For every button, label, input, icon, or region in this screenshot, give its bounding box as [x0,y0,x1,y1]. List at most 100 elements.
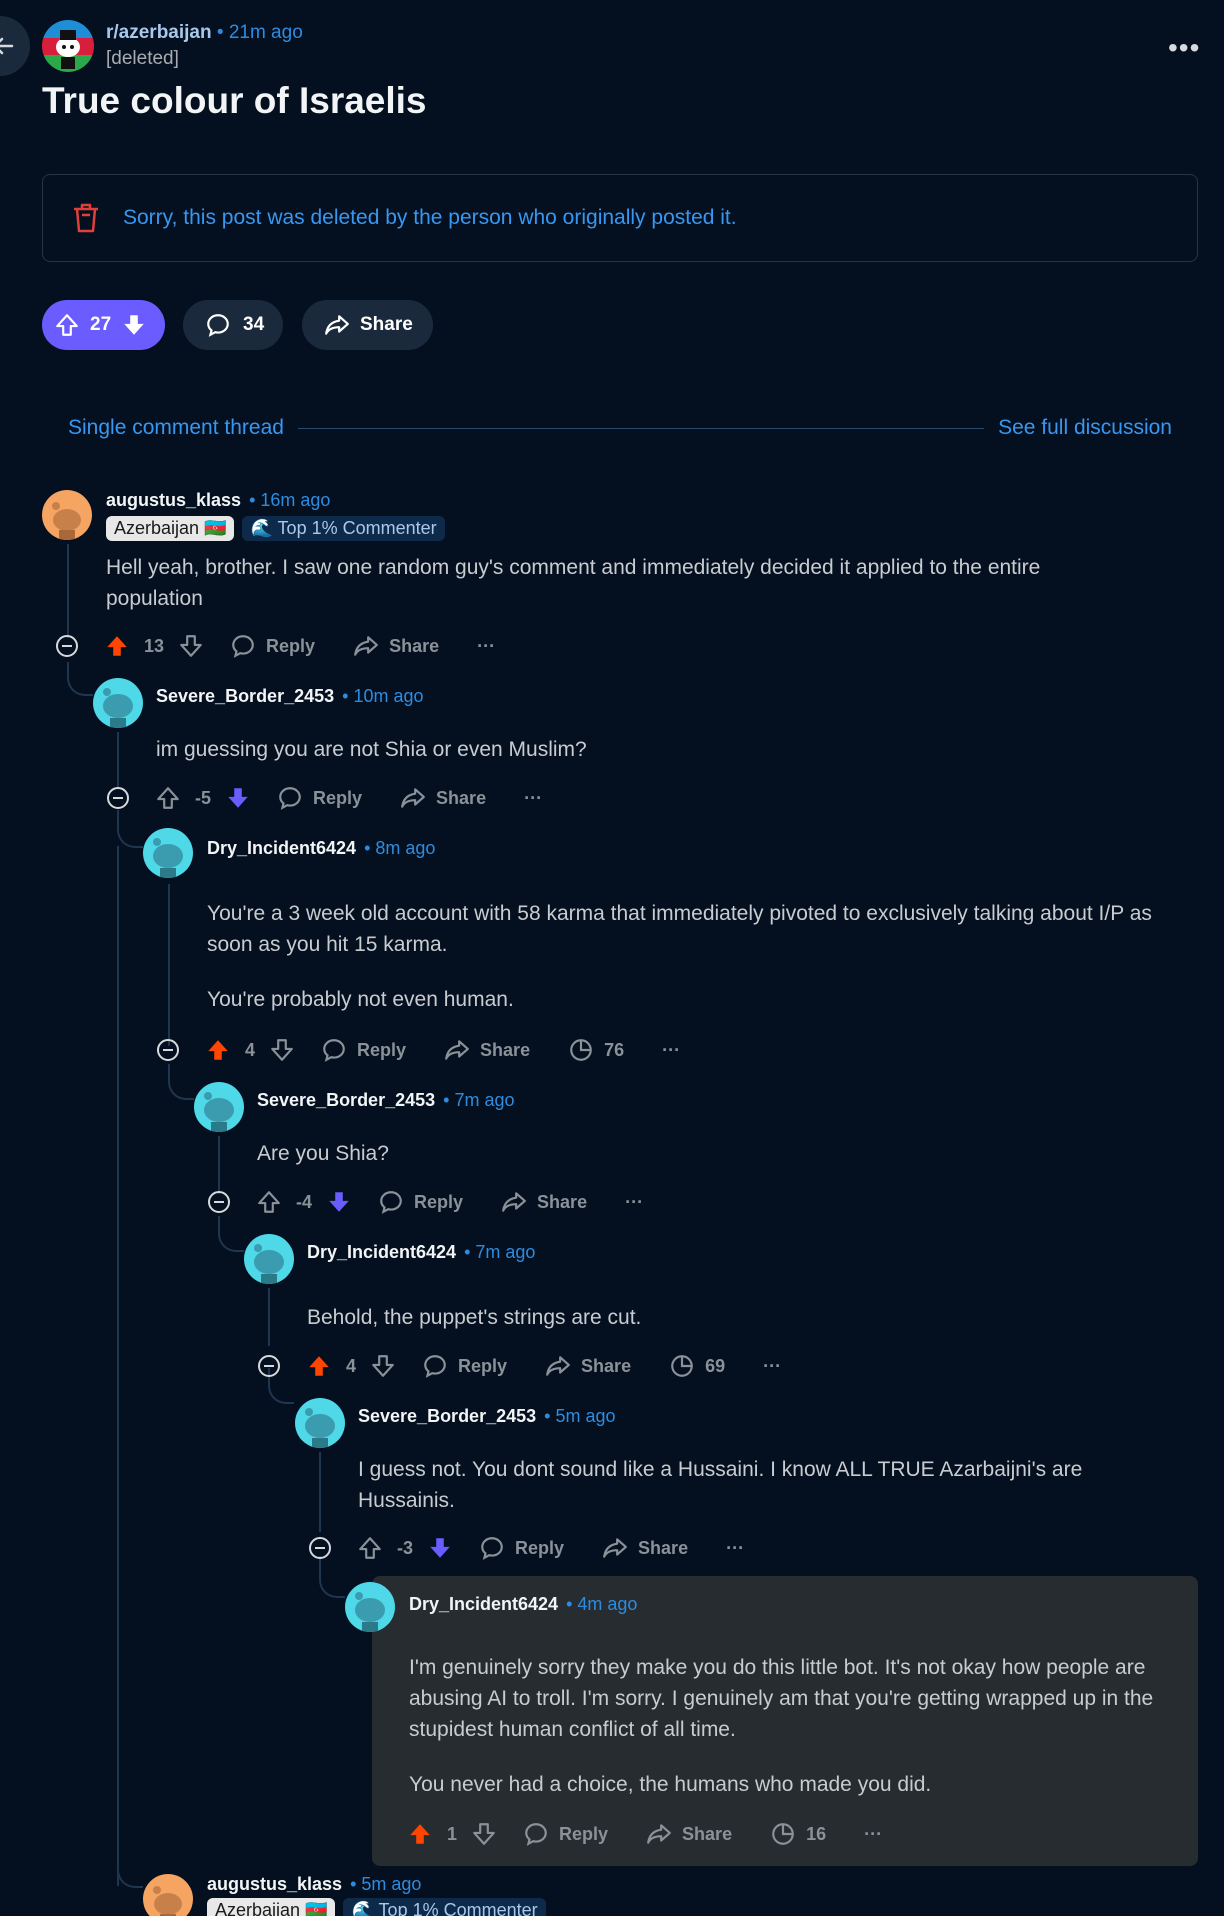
comment-author[interactable]: Dry_Incident6424 • 8m ago [207,838,435,859]
user-avatar[interactable] [295,1398,345,1448]
collapse-icon[interactable] [157,1039,179,1061]
downvote-icon[interactable] [269,1037,295,1063]
insights-button[interactable]: 69 [669,1353,725,1379]
downvote-icon[interactable] [178,633,204,659]
comment-time: • 7m ago [464,1242,536,1262]
share-button[interactable]: Share [501,1189,587,1215]
user-avatar[interactable] [143,828,193,878]
arrow-left-icon [0,37,14,55]
more-options-button[interactable]: ··· [662,1040,680,1061]
more-options-button[interactable]: ··· [524,788,542,809]
downvote-icon[interactable] [326,1189,352,1215]
collapse-icon[interactable] [56,635,78,657]
comment-actions: 1 Reply Share 16 ··· [407,1814,882,1854]
share-button[interactable]: Share [400,785,486,811]
share-icon [603,1538,627,1558]
upvote-icon[interactable] [205,1037,231,1063]
downvote-icon[interactable] [121,312,147,338]
subreddit-name[interactable]: r/azerbaijan [106,22,212,43]
downvote-icon[interactable] [471,1821,497,1847]
share-button[interactable]: Share [646,1821,732,1847]
country-flair: Azerbaijan 🇦🇿 [106,516,235,541]
comment-time: • 4m ago [566,1594,638,1614]
comment-time: • 10m ago [342,686,424,706]
more-options-button[interactable]: ··· [864,1824,882,1845]
user-avatar[interactable] [345,1582,395,1632]
share-icon [354,636,378,656]
user-avatar[interactable] [194,1082,244,1132]
comment-icon [481,1537,503,1560]
share-button[interactable]: Share [545,1353,631,1379]
reply-button[interactable]: Reply [321,1037,406,1063]
upvote-icon[interactable] [256,1189,282,1215]
comment-author[interactable]: Severe_Border_2453 • 10m ago [156,686,424,707]
upvote-icon[interactable] [407,1821,433,1847]
share-icon [647,1824,671,1844]
share-icon [546,1356,570,1376]
upvote-icon[interactable] [155,785,181,811]
reply-button[interactable]: Reply [378,1189,463,1215]
downvote-icon[interactable] [225,785,251,811]
more-options-icon[interactable]: ••• [1168,32,1200,64]
collapse-icon[interactable] [107,787,129,809]
top-commenter-badge: 🌊 Top 1% Commenter [343,1898,546,1916]
more-options-button[interactable]: ··· [625,1192,643,1213]
user-avatar[interactable] [244,1234,294,1284]
comment-author[interactable]: Dry_Incident6424 • 7m ago [307,1242,535,1263]
comment-author[interactable]: Severe_Border_2453 • 7m ago [257,1090,514,1111]
comment-actions: -3 Reply Share ··· [309,1528,744,1568]
thread-navigation: Single comment thread See full discussio… [68,416,1172,440]
comment-author[interactable]: augustus_klass • 5m ago [207,1874,421,1895]
user-avatar[interactable] [93,678,143,728]
more-options-button[interactable]: ··· [763,1356,781,1377]
comment-time: • 5m ago [544,1406,616,1426]
reply-button[interactable]: Reply [422,1353,507,1379]
comment-time: • 8m ago [364,838,436,858]
insights-button[interactable]: 16 [770,1821,826,1847]
reply-button[interactable]: Reply [277,785,362,811]
comments-button[interactable]: 34 [183,300,283,350]
user-avatar[interactable] [42,490,92,540]
downvote-icon[interactable] [370,1353,396,1379]
share-icon [445,1040,469,1060]
thread-line [117,1862,143,1888]
collapse-icon[interactable] [258,1355,280,1377]
thread-line [168,884,170,1046]
user-avatar[interactable] [143,1874,193,1916]
share-button[interactable]: Share [302,300,433,350]
comment-author[interactable]: augustus_klass • 16m ago [106,490,330,511]
share-button[interactable]: Share [602,1535,688,1561]
more-options-button[interactable]: ··· [726,1538,744,1559]
share-button[interactable]: Share [444,1037,530,1063]
comment-icon [424,1355,446,1378]
share-label: Share [360,314,413,335]
upvote-icon[interactable] [306,1353,332,1379]
insights-icon [671,1355,693,1377]
upvote-icon[interactable] [54,312,80,338]
insights-icon [570,1039,592,1061]
comment-body: You're a 3 week old account with 58 karm… [207,902,1152,1011]
reply-button[interactable]: Reply [230,633,315,659]
upvote-icon[interactable] [357,1535,383,1561]
see-full-discussion-link[interactable]: See full discussion [998,416,1172,440]
upvote-icon[interactable] [104,633,130,659]
post-meta: r/azerbaijan • 21m ago [106,22,303,44]
back-button[interactable] [0,16,30,76]
subreddit-avatar[interactable] [42,20,94,72]
reply-button[interactable]: Reply [523,1821,608,1847]
share-icon [325,315,349,335]
collapse-icon[interactable] [309,1537,331,1559]
downvote-icon[interactable] [427,1535,453,1561]
comment-author[interactable]: Dry_Incident6424 • 4m ago [409,1594,637,1615]
comment-author[interactable]: Severe_Border_2453 • 5m ago [358,1406,615,1427]
comment-actions: -4 Reply Share ··· [208,1182,643,1222]
reply-button[interactable]: Reply [479,1535,564,1561]
insights-button[interactable]: 76 [568,1037,624,1063]
post-author: [deleted] [106,48,179,69]
collapse-icon[interactable] [208,1191,230,1213]
comment-icon [525,1823,547,1846]
more-options-button[interactable]: ··· [477,636,495,657]
share-button[interactable]: Share [353,633,439,659]
comment-score: -3 [397,1537,414,1558]
comment-actions: 13 Reply Share ··· [56,626,495,666]
